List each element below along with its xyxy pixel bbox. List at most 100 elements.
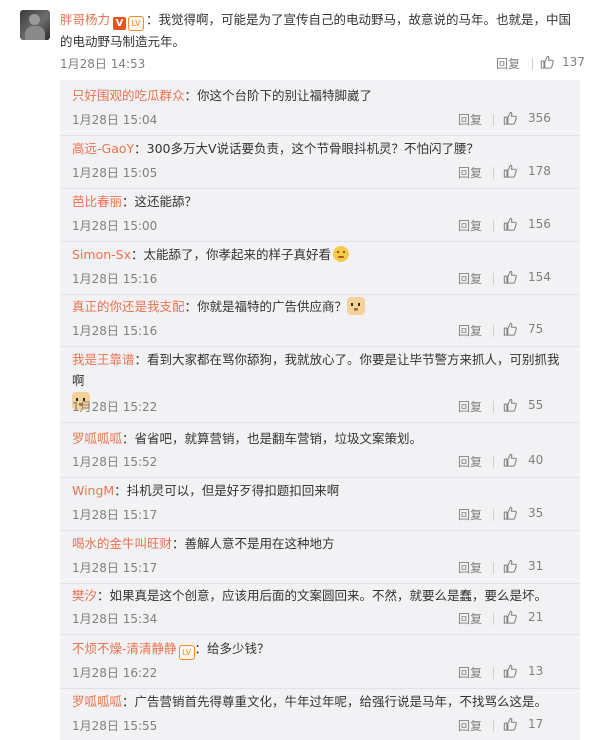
reply-text: 只好围观的吃瓜群众：你这个台阶下的别让福特脚崴了 [72, 85, 572, 106]
reply-separator [60, 241, 580, 242]
reply-username[interactable]: Simon-Sx [72, 247, 131, 262]
reply-separator [60, 135, 580, 136]
reply-text: 芭比春丽：这还能舔？ [72, 191, 572, 212]
main-comment-meta: 1月28日 14:53 回复 137 [60, 55, 585, 73]
reply-username[interactable]: 芭比春丽 [72, 194, 122, 209]
reply-button[interactable]: 回复 [458, 322, 482, 339]
thumbs-up-icon[interactable] [503, 398, 517, 412]
reply-actions: 回复 17 [458, 717, 568, 735]
avatar[interactable] [20, 10, 50, 40]
thumbs-up-icon[interactable] [503, 559, 517, 573]
thumbs-up-icon[interactable] [503, 664, 517, 678]
reply-actions: 回复 31 [458, 559, 568, 577]
reply-like-count: 356 [528, 111, 551, 125]
reply-username[interactable]: 喝水的金牛叫旺财 [72, 536, 172, 551]
reply-username[interactable]: 樊汐 [72, 588, 97, 603]
reply-separator [60, 477, 580, 478]
reply-button[interactable]: 回复 [458, 398, 482, 415]
reply-separator [60, 346, 580, 347]
reply-actions: 回复 75 [458, 322, 568, 340]
reply-button[interactable]: 回复 [458, 717, 482, 734]
thumbs-up-icon[interactable] [540, 55, 554, 69]
main-comment-time: 1月28日 14:53 [60, 57, 146, 71]
reply-actions: 回复 154 [458, 270, 568, 288]
smile-emoji-icon [333, 246, 350, 262]
reply-body: ：你就是福特的广告供应商？ [184, 299, 348, 314]
reply-username[interactable]: 罗呱呱呱 [72, 431, 122, 446]
divider [493, 613, 494, 625]
reply-body: ：善解人意不是用在这种地方 [172, 536, 335, 551]
reply-button[interactable]: 回复 [458, 111, 482, 128]
reply-text: 高远-GaoY：300多万大V说话要负责，这个节骨眼抖机灵？不怕闪了腰？ [72, 138, 572, 159]
reply-separator [60, 688, 580, 689]
reply-body: ：太能舔了，你孝起来的样子真好看 [131, 247, 332, 262]
divider [493, 401, 494, 413]
reply-time: 1月28日 15:05 [72, 166, 158, 180]
reply-username[interactable]: 高远-GaoY [72, 141, 134, 156]
reply-time: 1月28日 15:55 [72, 719, 158, 733]
reply-button[interactable]: 回复 [458, 164, 482, 181]
reply-button[interactable]: 回复 [458, 506, 482, 523]
reply-text: 罗呱呱呱：广告营销首先得尊重文化，牛年过年呢，给强行说是马年，不找骂么这是。 [72, 691, 572, 712]
reply-username[interactable]: 我是王靠谱 [72, 352, 135, 367]
reply-username[interactable]: 真正的你还是我支配 [72, 299, 185, 314]
reply-like-count: 154 [528, 270, 551, 284]
reply-like-count: 40 [528, 453, 544, 467]
level-badge-icon: LV [178, 645, 195, 660]
reply-separator [60, 530, 580, 531]
reply-like-count: 35 [528, 506, 544, 520]
reply-text: 不烦不燥-清清静静 LV ：给多少钱？ [72, 638, 572, 660]
reply-time: 1月28日 15:34 [72, 612, 158, 626]
reply-body: ：300多万大V说话要负责，这个节骨眼抖机灵？不怕闪了腰？ [134, 141, 480, 156]
main-reply-button[interactable]: 回复 [496, 55, 520, 72]
reply-time: 1月28日 15:00 [72, 219, 158, 233]
reply-button[interactable]: 回复 [458, 217, 482, 234]
reply-time: 1月28日 15:22 [72, 400, 158, 414]
reply-time: 1月28日 15:16 [72, 272, 158, 286]
reply-like-count: 31 [528, 559, 544, 573]
reply-body: ：省省吧，就算营销，也是翻车营销，垃圾文案策划。 [122, 431, 423, 446]
reply-button[interactable]: 回复 [458, 664, 482, 681]
thumbs-up-icon[interactable] [503, 453, 517, 467]
reply-username[interactable]: 只好围观的吃瓜群众 [72, 88, 185, 103]
main-username[interactable]: 胖哥杨力 [60, 12, 110, 27]
thumbs-up-icon[interactable] [503, 217, 517, 231]
reply-button[interactable]: 回复 [458, 453, 482, 470]
reply-like-count: 75 [528, 322, 544, 336]
reply-like-count: 21 [528, 610, 544, 624]
reply-body: ：广告营销首先得尊重文化，牛年过年呢，给强行说是马年，不找骂么这是。 [122, 694, 548, 709]
reply-actions: 回复 35 [458, 506, 568, 524]
divider [493, 720, 494, 732]
thumbs-up-icon[interactable] [503, 270, 517, 284]
divider [493, 167, 494, 179]
thumbs-up-icon[interactable] [503, 111, 517, 125]
reply-time: 1月28日 16:22 [72, 666, 158, 680]
reply-username[interactable]: 罗呱呱呱 [72, 694, 122, 709]
thumbs-up-icon[interactable] [503, 164, 517, 178]
reply-username[interactable]: 不烦不燥-清清静静 [72, 641, 177, 656]
thumbs-up-icon[interactable] [503, 506, 517, 520]
thumbs-up-icon[interactable] [503, 322, 517, 336]
reply-text: 真正的你还是我支配：你就是福特的广告供应商？ [72, 296, 572, 317]
reply-actions: 回复 156 [458, 217, 568, 235]
reply-button[interactable]: 回复 [458, 559, 482, 576]
verified-v-icon: V [113, 17, 127, 30]
reply-button[interactable]: 回复 [458, 610, 482, 627]
divider [493, 114, 494, 126]
reply-body: ：给多少钱？ [194, 641, 270, 656]
reply-button[interactable]: 回复 [458, 270, 482, 287]
reply-body: ：看到大家都在骂你舔狗，我就放心了。你要是让毕节警方来抓人，可别抓我啊 [72, 352, 560, 388]
reply-actions: 回复 40 [458, 453, 568, 471]
reply-time: 1月28日 15:16 [72, 324, 158, 338]
thumbs-up-icon[interactable] [503, 717, 517, 731]
reply-body: ：这还能舔？ [122, 194, 198, 209]
comment-thread: 胖哥杨力 V LV ：我觉得啊，可能是为了宣传自己的电动野马，故意说的马年。也就是，中… [0, 0, 600, 740]
reply-body: ：抖机灵可以，但是好歹得扣题扣回来啊 [114, 483, 340, 498]
main-like-count: 137 [562, 55, 585, 69]
divider [493, 325, 494, 337]
reply-actions: 回复 13 [458, 664, 568, 682]
reply-username[interactable]: WingM [72, 483, 114, 498]
reply-time: 1月28日 15:04 [72, 113, 158, 127]
reply-actions: 回复 55 [458, 398, 568, 416]
thumbs-up-icon[interactable] [503, 610, 517, 624]
